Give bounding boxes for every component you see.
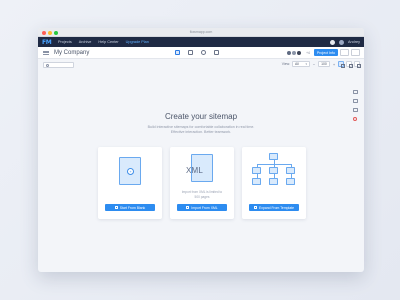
project-info-button[interactable]: Project Info — [313, 49, 338, 56]
zoom-value[interactable]: 100 — [318, 61, 330, 67]
top-navigation: FM Projects Archive Help Center Upgrade … — [38, 37, 364, 47]
note-line: 500 pages — [194, 194, 210, 199]
more-collaborators-count[interactable]: +4 — [306, 51, 310, 55]
export-icon[interactable] — [351, 49, 360, 56]
view-select[interactable]: All ▾ — [292, 61, 310, 67]
zoom-in-button[interactable]: + — [332, 62, 336, 67]
button-label: Expand From Template — [259, 205, 294, 210]
start-from-blank-card[interactable]: + Start From Blank — [98, 147, 162, 219]
userflow-mode-icon[interactable] — [187, 49, 194, 56]
import-from-xml-button[interactable]: Import From XML — [177, 204, 227, 211]
sitemap-mode-icon[interactable] — [174, 49, 181, 56]
start-options: + Start From Blank XML Import from XML i… — [98, 147, 306, 219]
notifications-icon[interactable] — [329, 39, 335, 45]
nav-upgrade-plan[interactable]: Upgrade Plan — [126, 40, 149, 44]
page-title: Create your sitemap — [164, 112, 238, 121]
collaborator-avatars[interactable] — [286, 49, 303, 56]
tree-node — [286, 178, 295, 185]
settings-mode-icon[interactable] — [200, 49, 207, 56]
comments-icon[interactable] — [353, 90, 358, 94]
grid-view-icon[interactable] — [338, 61, 345, 68]
app-logo[interactable]: FM — [42, 39, 58, 46]
browser-window: flowmapp.com FM Projects Archive Help Ce… — [38, 28, 364, 272]
plus-icon — [114, 206, 118, 209]
view-controls: View: All ▾ − 100 + — [281, 61, 361, 68]
upload-icon — [186, 206, 190, 209]
tree-node — [269, 153, 278, 160]
tree-node — [269, 178, 278, 185]
search-input[interactable] — [43, 61, 74, 68]
subtitle-line: Effective interaction. Better teamwork. — [170, 130, 232, 134]
chevron-down-icon: ▾ — [305, 62, 307, 66]
list-view-icon[interactable] — [346, 61, 353, 68]
tree-node — [286, 167, 295, 174]
view-select-value: All — [295, 62, 299, 66]
tree-node — [269, 167, 278, 174]
start-from-blank-button[interactable]: Start From Blank — [105, 204, 155, 211]
xml-file-label: XML — [186, 166, 204, 175]
filter-toolbar: View: All ▾ − 100 + — [38, 59, 364, 70]
expand-icon — [254, 206, 257, 209]
page-subtitle: Build interactive sitemaps for comfortab… — [38, 125, 364, 135]
tree-view-icon[interactable] — [354, 61, 361, 68]
tree-node — [252, 178, 261, 185]
nav-help-center[interactable]: Help Center — [98, 40, 118, 44]
import-from-xml-card[interactable]: XML Import from XML is limited to 500 pa… — [170, 147, 234, 219]
xml-limit-note: Import from XML is limited to 500 pages — [170, 190, 234, 199]
company-name: My Company — [54, 49, 90, 56]
nav-archive[interactable]: Archive — [79, 40, 92, 44]
address-bar[interactable]: flowmapp.com — [38, 29, 364, 36]
browser-titlebar: flowmapp.com — [38, 28, 364, 37]
button-label: Import From XML — [191, 205, 218, 210]
menu-icon[interactable] — [43, 50, 49, 55]
share-icon[interactable] — [340, 49, 349, 56]
user-name[interactable]: Andrey — [348, 40, 360, 44]
user-area: Andrey — [329, 37, 360, 47]
expand-from-template-button[interactable]: Expand From Template — [249, 204, 299, 211]
search-icon — [45, 63, 49, 67]
user-avatar[interactable] — [338, 39, 344, 45]
expand-from-template-card[interactable]: Expand From Template — [242, 147, 306, 219]
blank-page-icon: + — [119, 157, 141, 185]
avatar — [296, 49, 303, 56]
notes-icon[interactable] — [353, 99, 358, 103]
view-label: View: — [281, 62, 290, 66]
mode-switcher — [174, 49, 220, 56]
nav-projects[interactable]: Projects — [58, 40, 72, 44]
button-label: Start From Blank — [119, 205, 146, 210]
plus-icon: + — [127, 168, 134, 175]
project-toolbar: My Company +4 Project Info — [38, 47, 364, 59]
toolbar-right: +4 Project Info — [286, 49, 360, 56]
files-mode-icon[interactable] — [213, 49, 220, 56]
zoom-out-button[interactable]: − — [312, 62, 316, 67]
tree-node — [252, 167, 261, 174]
